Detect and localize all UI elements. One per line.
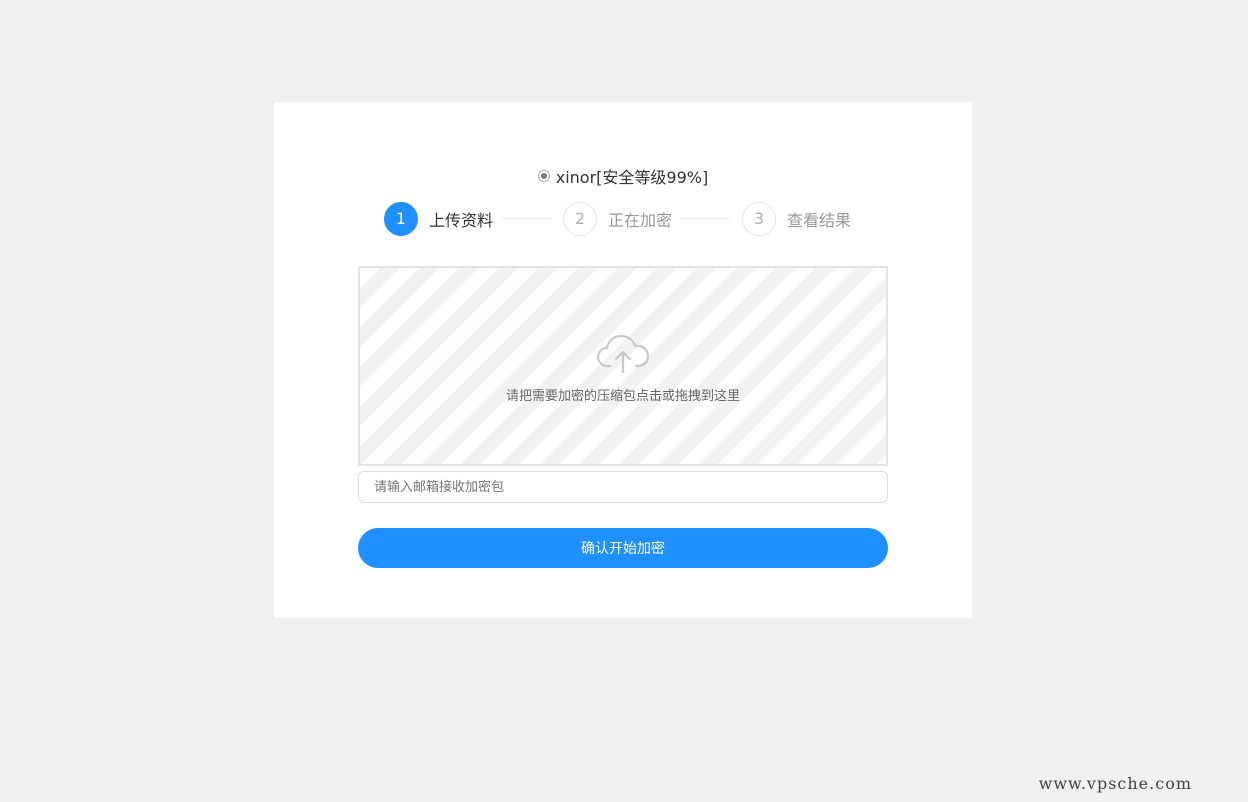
algorithm-radio[interactable]: [537, 170, 550, 182]
cloud-upload-icon: [596, 334, 650, 374]
upload-dropzone[interactable]: 请把需要加密的压缩包点击或拖拽到这里: [358, 266, 888, 466]
step-number-1: 1: [384, 202, 418, 236]
watermark: www.vpsche.com: [1038, 774, 1192, 793]
step-connector-2: [681, 218, 731, 219]
step-connector-1: [502, 218, 552, 219]
algorithm-option[interactable]: xinor[安全等级99%]: [274, 167, 972, 189]
email-input[interactable]: [358, 471, 888, 503]
confirm-encrypt-button[interactable]: 确认开始加密: [358, 528, 888, 568]
encrypt-card: xinor[安全等级99%] 1 上传资料 2 正在加密 3 查看结果 请把需要…: [274, 102, 972, 618]
algorithm-label: xinor[安全等级99%]: [555, 168, 709, 187]
step-label-encrypting: 正在加密: [608, 211, 673, 230]
step-number-2: 2: [563, 202, 597, 236]
step-upload: 1 上传资料: [384, 202, 493, 236]
step-result: 3 查看结果: [742, 202, 851, 236]
step-encrypting: 2 正在加密: [563, 202, 672, 236]
upload-hint: 请把需要加密的压缩包点击或拖拽到这里: [505, 389, 740, 404]
step-label-upload: 上传资料: [429, 211, 494, 230]
step-label-result: 查看结果: [787, 211, 852, 230]
step-number-3: 3: [742, 202, 776, 236]
